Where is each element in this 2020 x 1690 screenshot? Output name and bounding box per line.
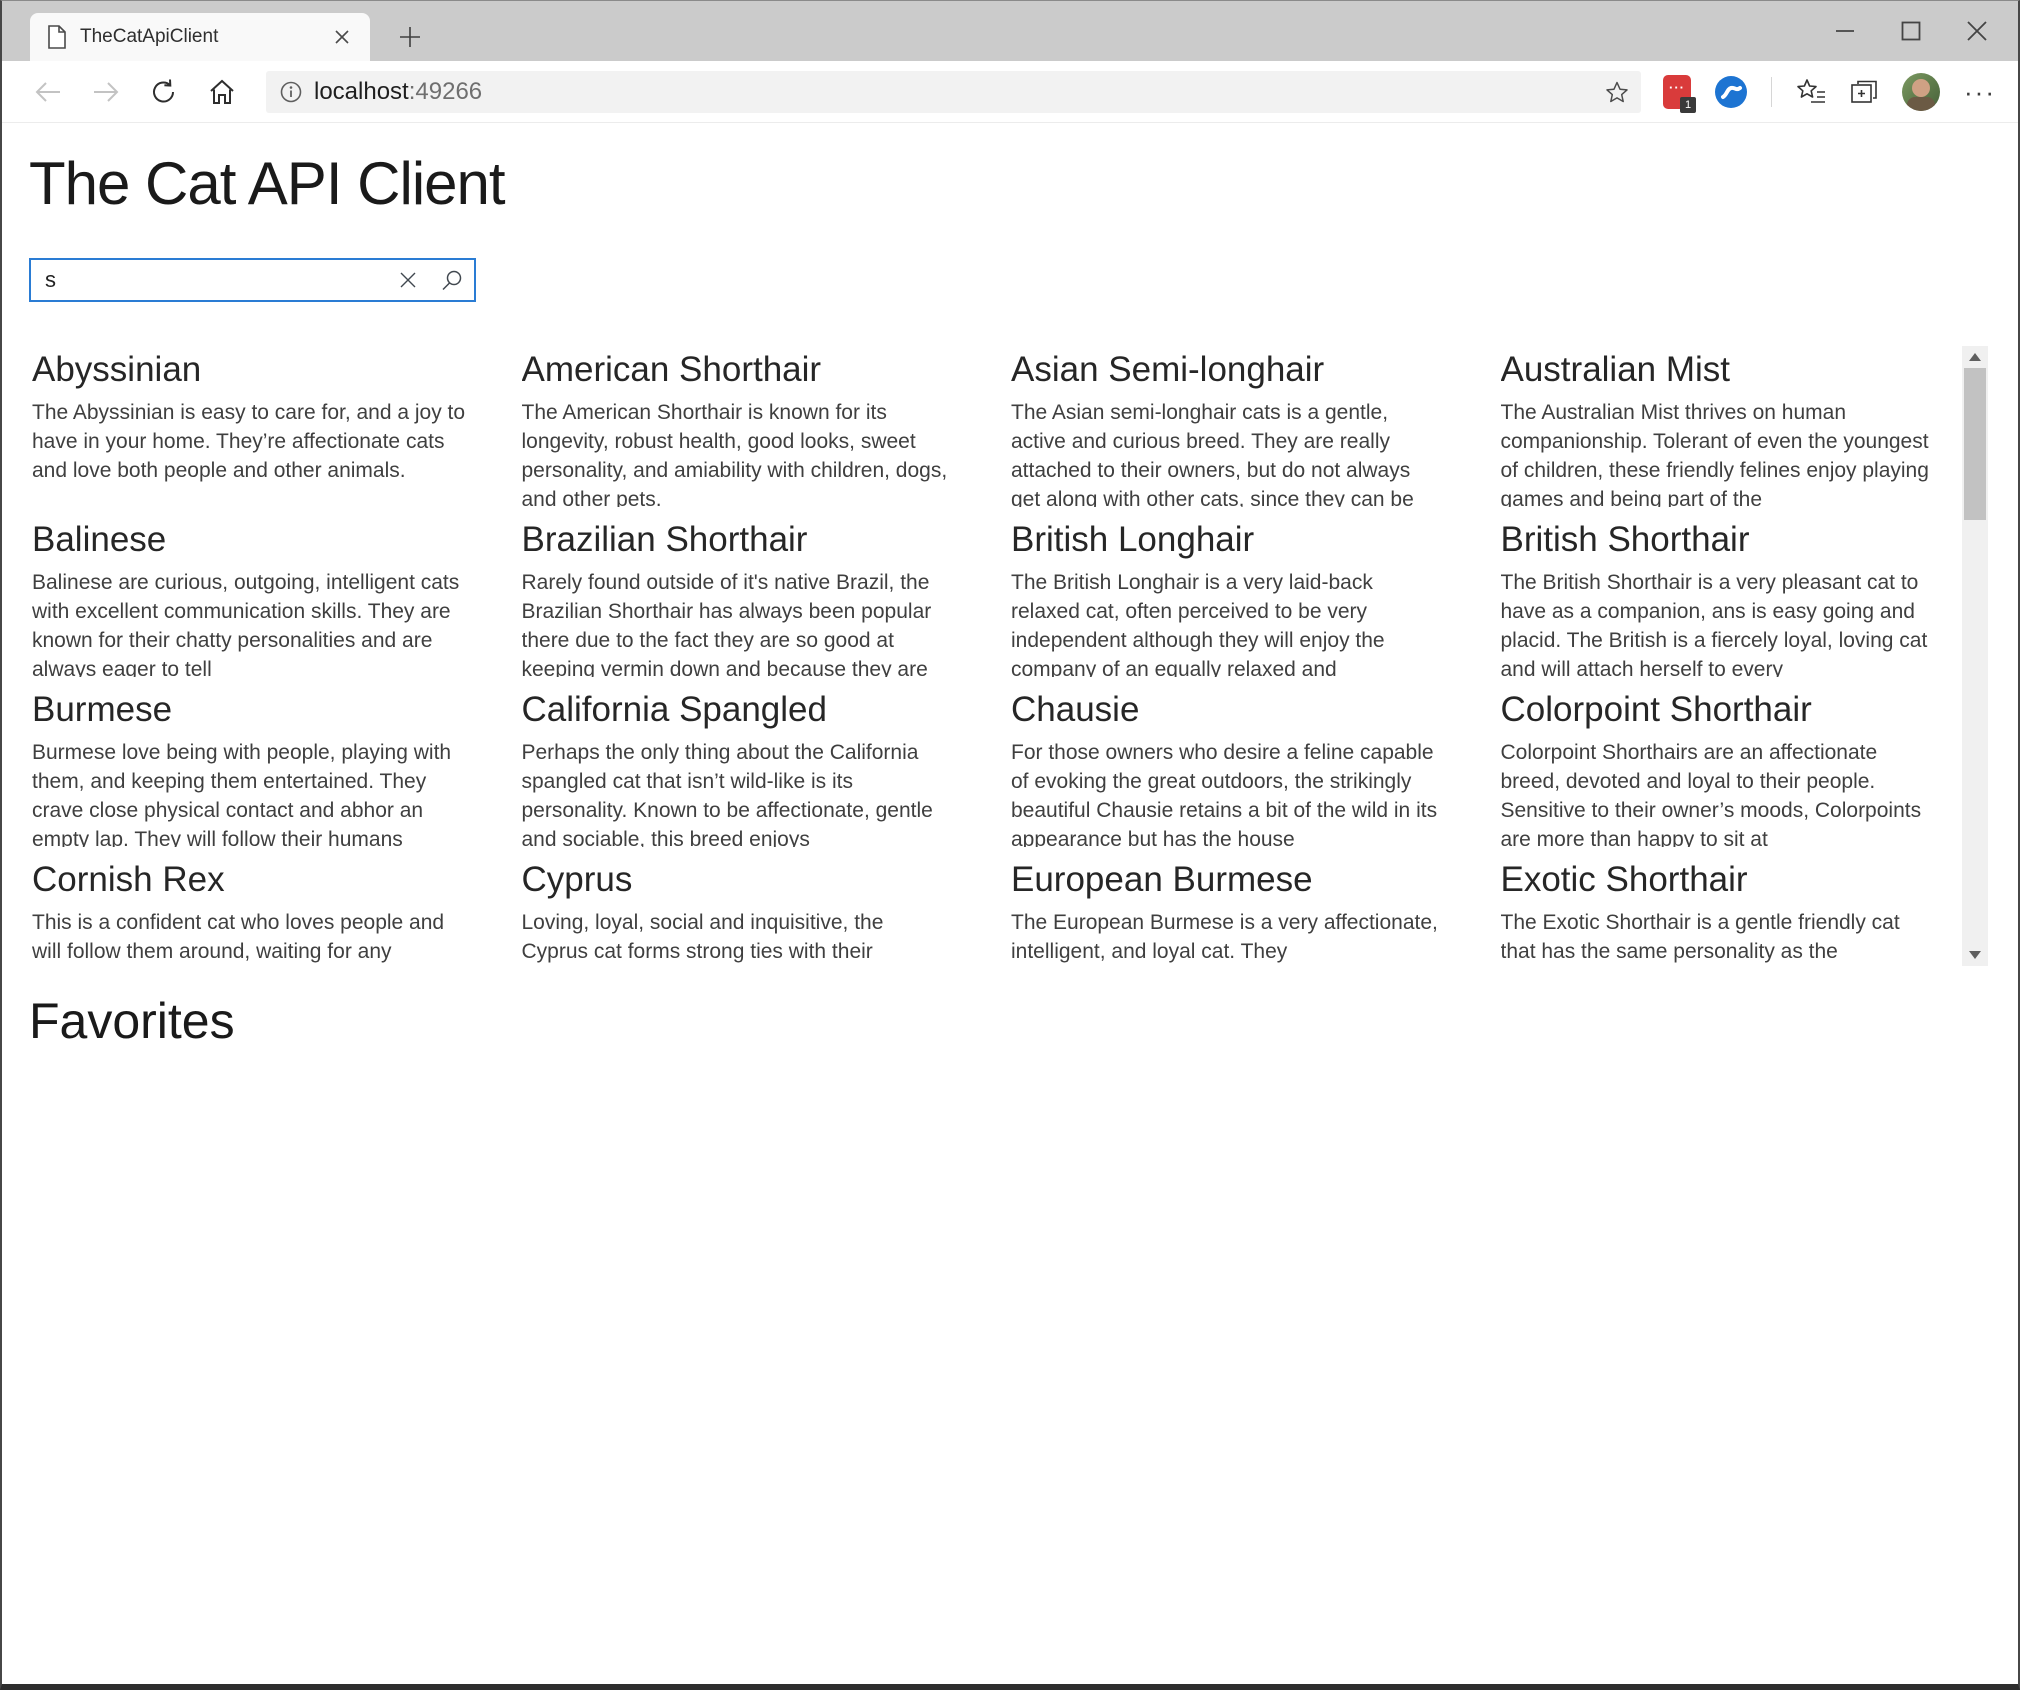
breed-name: Abyssinian: [32, 350, 466, 390]
breed-list-scrollbar[interactable]: [1962, 346, 1988, 966]
breed-card[interactable]: British Longhair The British Longhair is …: [1009, 512, 1471, 682]
breed-description: The British Longhair is a very laid-back…: [1011, 568, 1445, 677]
collections-icon[interactable]: [1850, 78, 1878, 106]
search-icon[interactable]: [430, 260, 474, 300]
page-content: The Cat API Client Abyssinian The Abyssin…: [2, 149, 2018, 1050]
breed-card[interactable]: Cornish Rex This is a confident cat who l…: [30, 852, 492, 982]
search-input[interactable]: [31, 260, 386, 300]
breed-description: For those owners who desire a feline cap…: [1011, 738, 1445, 847]
browser-toolbar: localhost :49266 ··· 1 ···: [2, 61, 2018, 123]
breed-description: The Asian semi-longhair cats is a gentle…: [1011, 398, 1445, 507]
breed-card[interactable]: British Shorthair The British Shorthair i…: [1499, 512, 1961, 682]
breed-card[interactable]: California Spangled Perhaps the only thin…: [520, 682, 982, 852]
add-favorite-star-icon[interactable]: [1605, 80, 1629, 104]
breed-description: The Australian Mist thrives on human com…: [1501, 398, 1935, 507]
breed-description: The European Burmese is a very affection…: [1011, 908, 1445, 982]
breed-description: Burmese love being with people, playing …: [32, 738, 466, 847]
breed-name: European Burmese: [1011, 860, 1445, 900]
refresh-icon[interactable]: [142, 70, 186, 114]
breed-name: Chausie: [1011, 690, 1445, 730]
breed-name: Burmese: [32, 690, 466, 730]
breed-card[interactable]: Asian Semi-longhair The Asian semi-longha…: [1009, 342, 1471, 512]
breed-card[interactable]: Burmese Burmese love being with people, p…: [30, 682, 492, 852]
breed-name: Cyprus: [522, 860, 956, 900]
breed-description: The American Shorthair is known for its …: [522, 398, 956, 507]
breed-name: Colorpoint Shorthair: [1501, 690, 1935, 730]
settings-more-icon[interactable]: ···: [1964, 82, 1996, 102]
scrollbar-thumb[interactable]: [1964, 368, 1986, 520]
breed-description: Colorpoint Shorthairs are an affectionat…: [1501, 738, 1935, 847]
breed-name: California Spangled: [522, 690, 956, 730]
breed-card[interactable]: American Shorthair The American Shorthair…: [520, 342, 982, 512]
breed-name: Asian Semi-longhair: [1011, 350, 1445, 390]
page-title: The Cat API Client: [29, 149, 2018, 218]
minimize-button[interactable]: [1812, 1, 1878, 61]
search-box: [29, 258, 476, 302]
url-host: localhost: [314, 78, 409, 106]
scroll-up-icon[interactable]: [1962, 346, 1988, 368]
breed-description: This is a confident cat who loves people…: [32, 908, 466, 982]
url-port: :49266: [409, 78, 482, 106]
breed-card[interactable]: Abyssinian The Abyssinian is easy to care…: [30, 342, 492, 512]
breed-description: The British Shorthair is a very pleasant…: [1501, 568, 1935, 677]
breed-card[interactable]: Chausie For those owners who desire a fel…: [1009, 682, 1471, 852]
clear-search-icon[interactable]: [386, 260, 430, 300]
breed-card[interactable]: Exotic Shorthair The Exotic Shorthair is …: [1499, 852, 1961, 982]
extension-badge: 1: [1680, 97, 1696, 113]
page-document-icon: [48, 25, 66, 49]
favorites-hub-icon[interactable]: [1796, 78, 1826, 106]
breed-card[interactable]: Australian Mist The Australian Mist thriv…: [1499, 342, 1961, 512]
breed-description: Rarely found outside of it's native Braz…: [522, 568, 956, 677]
breed-description: Balinese are curious, outgoing, intellig…: [32, 568, 466, 677]
extension-dots: ···: [1669, 80, 1685, 95]
breed-description: The Exotic Shorthair is a gentle friendl…: [1501, 908, 1935, 982]
titlebar: TheCatApiClient: [2, 1, 2018, 61]
address-bar[interactable]: localhost :49266: [266, 71, 1641, 113]
breed-name: Cornish Rex: [32, 860, 466, 900]
breed-card[interactable]: Balinese Balinese are curious, outgoing, …: [30, 512, 492, 682]
home-icon[interactable]: [200, 70, 244, 114]
breed-name: Brazilian Shorthair: [522, 520, 956, 560]
tab-title: TheCatApiClient: [80, 26, 328, 48]
breed-card[interactable]: Cyprus Loving, loyal, social and inquisit…: [520, 852, 982, 982]
breed-card[interactable]: Colorpoint Shorthair Colorpoint Shorthair…: [1499, 682, 1961, 852]
globe-extension-icon[interactable]: [1715, 76, 1747, 108]
breed-card[interactable]: Brazilian Shorthair Rarely found outside …: [520, 512, 982, 682]
window-controls: [1812, 1, 2010, 61]
new-tab-button[interactable]: [388, 13, 432, 61]
breed-name: Exotic Shorthair: [1501, 860, 1935, 900]
breed-name: American Shorthair: [522, 350, 956, 390]
breed-description: Loving, loyal, social and inquisitive, t…: [522, 908, 956, 982]
breed-description: The Abyssinian is easy to care for, and …: [32, 398, 466, 507]
scroll-down-icon[interactable]: [1962, 944, 1988, 966]
breed-name: British Shorthair: [1501, 520, 1935, 560]
close-button[interactable]: [1944, 1, 2010, 61]
breed-list: Abyssinian The Abyssinian is easy to care…: [30, 342, 1960, 982]
back-icon[interactable]: [26, 70, 70, 114]
browser-tab[interactable]: TheCatApiClient: [30, 13, 370, 61]
toolbar-separator: [1771, 77, 1772, 107]
site-info-icon[interactable]: [280, 81, 302, 103]
password-extension-icon[interactable]: ··· 1: [1663, 75, 1691, 109]
browser-window: TheCatApiClient: [0, 0, 2020, 1690]
breed-name: Australian Mist: [1501, 350, 1935, 390]
forward-icon[interactable]: [84, 70, 128, 114]
breed-name: British Longhair: [1011, 520, 1445, 560]
breed-name: Balinese: [32, 520, 466, 560]
extension-row: ··· 1 ···: [1663, 73, 1996, 111]
profile-avatar[interactable]: [1902, 73, 1940, 111]
maximize-button[interactable]: [1878, 1, 1944, 61]
favorites-heading: Favorites: [29, 992, 2018, 1050]
tab-close-icon[interactable]: [328, 23, 356, 51]
breed-description: Perhaps the only thing about the Califor…: [522, 738, 956, 847]
breed-card[interactable]: European Burmese The European Burmese is …: [1009, 852, 1471, 982]
